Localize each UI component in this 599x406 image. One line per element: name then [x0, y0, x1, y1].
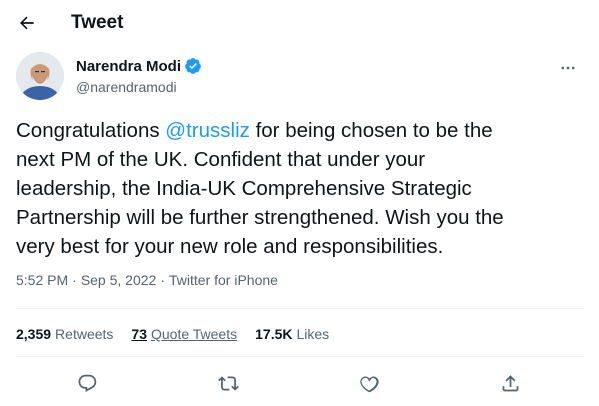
- tweet-line: next PM of the UK. Confident that under …: [16, 148, 426, 171]
- retweet-button[interactable]: [211, 366, 245, 400]
- author-handle[interactable]: @narendramodi: [76, 79, 177, 95]
- avatar[interactable]: [16, 52, 64, 100]
- page-title: Tweet: [71, 12, 124, 33]
- likes-label: Likes: [296, 326, 330, 342]
- divider: [16, 356, 584, 357]
- retweets-stat[interactable]: 2,359 Retweets: [16, 326, 113, 342]
- like-button[interactable]: [352, 366, 386, 400]
- tweet-text: Congratulations @trussliz for being chos…: [16, 116, 584, 261]
- tweet-line: leadership, the India-UK Comprehensive S…: [16, 177, 472, 200]
- meta-separator: ·: [72, 272, 77, 288]
- mention-link[interactable]: @trussliz: [165, 119, 250, 142]
- meta-separator: ·: [160, 272, 165, 288]
- quote-tweets-stat[interactable]: 73 Quote Tweets: [131, 326, 237, 342]
- more-horizontal-icon: [561, 66, 575, 70]
- author-row: Narendra Modi @narendramodi: [16, 52, 586, 102]
- retweets-count: 2,359: [16, 326, 52, 342]
- verified-badge-icon: [185, 58, 201, 74]
- tweet-time[interactable]: 5:52 PM: [16, 272, 68, 288]
- share-button[interactable]: [493, 366, 527, 400]
- divider: [16, 308, 584, 309]
- back-button[interactable]: [10, 6, 44, 40]
- arrow-left-icon: [19, 16, 34, 30]
- more-button[interactable]: [554, 54, 582, 82]
- tweet-source[interactable]: Twitter for iPhone: [169, 272, 278, 288]
- share-icon: [502, 374, 518, 391]
- retweet-icon: [217, 375, 239, 391]
- reply-button[interactable]: [70, 366, 104, 400]
- tweet-meta: 5:52 PM · Sep 5, 2022 · Twitter for iPho…: [16, 272, 278, 288]
- tweet-line: Partnership will be further strengthened…: [16, 206, 504, 229]
- tweet-line: Congratulations @trussliz for being chos…: [16, 116, 584, 145]
- likes-count: 17.5K: [255, 326, 293, 342]
- tweet-header: Tweet: [0, 0, 599, 44]
- heart-icon: [359, 376, 379, 392]
- tweet-line: very best for your new role and responsi…: [16, 235, 444, 258]
- quote-tweets-label: Quote Tweets: [150, 326, 238, 342]
- tweet-text-segment: Congratulations: [16, 119, 166, 142]
- reply-icon: [78, 374, 96, 392]
- author-name-row: Narendra Modi: [76, 57, 202, 75]
- retweets-label: Retweets: [55, 326, 114, 342]
- tweet-text-segment: for being chosen to be the: [249, 119, 493, 142]
- tweet-actions: [0, 366, 599, 400]
- quote-tweets-count: 73: [131, 326, 147, 342]
- avatar-image: [16, 52, 64, 100]
- likes-stat[interactable]: 17.5K Likes: [255, 326, 329, 342]
- tweet-date[interactable]: Sep 5, 2022: [81, 272, 157, 288]
- tweet-stats: 2,359 Retweets 73 Quote Tweets 17.5K Lik…: [16, 326, 347, 342]
- author-name[interactable]: Narendra Modi: [76, 58, 181, 75]
